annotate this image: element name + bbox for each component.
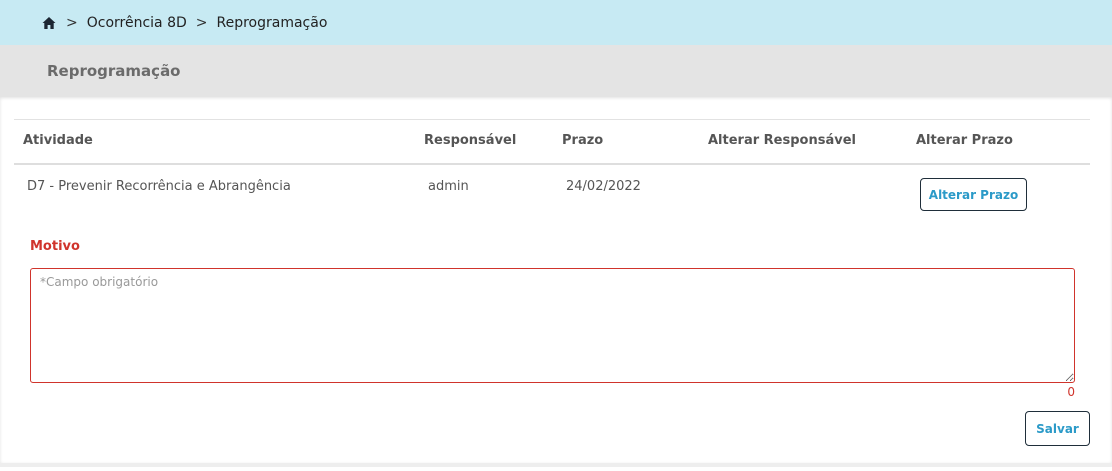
table-divider (14, 119, 1090, 120)
main-content: Atividade Responsável Prazo Alterar Resp… (0, 97, 1112, 467)
char-counter: 0 (1067, 385, 1075, 399)
column-header-alterar-responsavel: Alterar Responsável (708, 133, 856, 148)
breadcrumb-item-ocorrencia[interactable]: Ocorrência 8D (87, 15, 187, 31)
breadcrumb-separator: > (66, 14, 78, 31)
cell-responsavel: admin (428, 179, 469, 194)
column-header-prazo: Prazo (562, 133, 604, 148)
breadcrumb: > Ocorrência 8D > Reprogramação (0, 0, 1112, 45)
column-header-responsavel: Responsável (424, 133, 517, 148)
page-header: Reprogramação (0, 45, 1112, 97)
table-header-divider (14, 163, 1090, 165)
save-button[interactable]: Salvar (1025, 411, 1090, 446)
home-icon[interactable] (42, 16, 56, 30)
cell-prazo: 24/02/2022 (566, 179, 641, 194)
cell-atividade: D7 - Prevenir Recorrência e Abrangência (27, 179, 291, 194)
motivo-label: Motivo (30, 239, 80, 254)
column-header-alterar-prazo: Alterar Prazo (916, 133, 1013, 148)
column-header-atividade: Atividade (23, 133, 93, 148)
alterar-prazo-button[interactable]: Alterar Prazo (920, 178, 1027, 211)
page-title: Reprogramação (47, 62, 181, 80)
breadcrumb-item-reprogramacao: Reprogramação (216, 14, 328, 31)
breadcrumb-separator: > (195, 14, 208, 31)
motivo-textarea[interactable] (30, 268, 1075, 383)
